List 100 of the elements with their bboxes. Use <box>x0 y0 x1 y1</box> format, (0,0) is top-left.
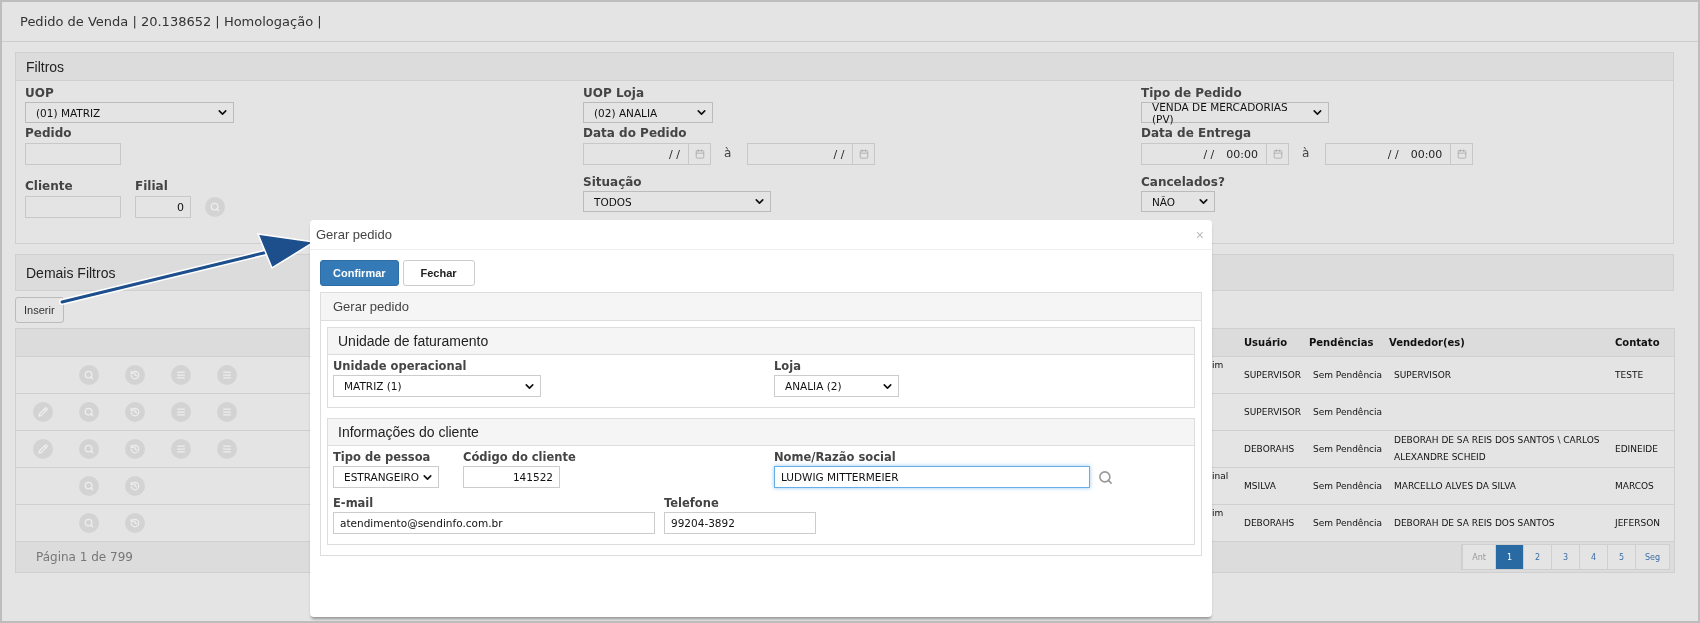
page-button[interactable]: Seg <box>1634 545 1669 569</box>
table-cell-text: Sem Pendência <box>1311 479 1384 493</box>
history-icon <box>130 407 140 417</box>
table-cell-text: MARCELLO ALVES DA SILVA <box>1393 479 1517 493</box>
table-cell-text: DEBORAHS <box>1243 442 1296 456</box>
table-cell-text: im <box>1212 507 1225 520</box>
search-button[interactable] <box>79 439 99 459</box>
search-icon <box>84 444 94 454</box>
field-label: Código do cliente <box>463 450 577 464</box>
pencil-icon <box>38 444 48 454</box>
input-field[interactable]: LUDWIG MITTERMEIER <box>774 466 1090 488</box>
section-header: Informações do cliente <box>328 419 1194 446</box>
page-title: Pedido de Venda | 20.138652 | Homologação | <box>20 14 322 29</box>
history-icon <box>130 481 140 491</box>
input-field[interactable]: atendimento@sendinfo.com.br <box>333 512 655 534</box>
field-label: Tipo de pessoa <box>333 450 432 464</box>
search-icon <box>84 370 94 380</box>
history-button[interactable] <box>125 513 145 533</box>
search-button[interactable] <box>205 197 225 217</box>
search-icon <box>84 407 94 417</box>
dialog-title: Gerar pedido <box>316 227 392 242</box>
select-field[interactable]: NÃO <box>1141 191 1215 212</box>
page-button[interactable]: 1 <box>1494 545 1523 569</box>
select-field[interactable]: (01) MATRIZ <box>25 102 234 123</box>
input-field[interactable]: 141522 <box>463 466 560 488</box>
field-label: E-mail <box>333 496 375 510</box>
search-icon <box>84 518 94 528</box>
search-icon <box>210 202 220 212</box>
history-icon <box>130 518 140 528</box>
select-field[interactable]: VENDA DE MERCADORIAS (PV) <box>1141 102 1329 123</box>
search-button[interactable] <box>79 365 99 385</box>
page-button[interactable]: 2 <box>1522 545 1551 569</box>
page-button[interactable]: 3 <box>1550 545 1579 569</box>
date-field[interactable]: / / 00:00 <box>1141 143 1289 165</box>
table-cell-text: DEBORAHS <box>1243 516 1296 530</box>
range-separator: à <box>724 145 732 160</box>
page-info: Página 1 de 799 <box>36 550 133 564</box>
pencil-button[interactable] <box>33 402 53 422</box>
input-field[interactable] <box>25 143 121 165</box>
date-field[interactable]: / / <box>583 143 711 165</box>
column-header: Pendências <box>1309 337 1375 348</box>
field-label: Unidade operacional <box>333 359 468 373</box>
panel-header: Gerar pedido <box>321 293 1201 321</box>
date-field[interactable]: / / 00:00 <box>1325 143 1474 165</box>
date-field[interactable]: / / <box>747 143 876 165</box>
search-button[interactable] <box>79 476 99 496</box>
pencil-icon <box>38 407 48 417</box>
field-label: UOP Loja <box>583 86 646 100</box>
calendar-icon <box>1272 149 1283 159</box>
select-field[interactable]: ANALIA (2) <box>774 375 899 397</box>
search-icon <box>84 481 94 491</box>
history-button[interactable] <box>125 365 145 385</box>
select-field[interactable]: TODOS <box>583 191 771 212</box>
close-dialog-button[interactable]: Fechar <box>402 260 475 286</box>
field-label: Cliente <box>25 179 74 193</box>
pencil-button[interactable] <box>33 439 53 459</box>
table-cell-text: DEBORAH DE SA REIS DOS SANTOS <box>1393 516 1556 530</box>
calendar-icon <box>858 149 869 159</box>
page-button[interactable]: 4 <box>1578 545 1607 569</box>
calendar-icon <box>1456 149 1467 159</box>
input-field[interactable]: 0 <box>135 196 191 218</box>
insert-button[interactable]: Inserir <box>15 297 64 323</box>
table-cell-text: SUPERVISOR <box>1243 368 1303 382</box>
table-cell-text: JEFERSON <box>1613 516 1661 530</box>
table-cell-text: im <box>1212 359 1225 372</box>
select-field[interactable]: ESTRANGEIRO <box>333 466 439 488</box>
table-cell-text: MSILVA <box>1243 479 1277 493</box>
field-label: Data de Entrega <box>1141 126 1253 140</box>
page-button[interactable]: 5 <box>1606 545 1635 569</box>
range-separator: à <box>1302 145 1310 160</box>
column-header: Contato <box>1614 337 1661 348</box>
field-label: Nome/Razão social <box>774 450 897 464</box>
input-field[interactable]: 99204-3892 <box>664 512 816 534</box>
column-header: Usuário <box>1243 337 1289 348</box>
field-label: UOP <box>25 86 55 100</box>
input-field[interactable] <box>25 196 121 218</box>
table-cell-text: inal <box>1212 470 1230 483</box>
history-button[interactable] <box>125 476 145 496</box>
field-label: Cancelados? <box>1141 175 1226 189</box>
table-cell-text: SUPERVISOR <box>1243 405 1303 419</box>
history-button[interactable] <box>125 439 145 459</box>
table-cell-text: Sem Pendência <box>1311 516 1384 530</box>
table-cell-text: EDINEIDE <box>1614 442 1659 456</box>
table-cell-text: DEBORAH DE SA REIS DOS SANTOS \ CARLOS ALEXANDRE SCHEID <box>1393 434 1601 464</box>
table-cell-text: SUPERVISOR <box>1393 368 1453 382</box>
table-cell-text: Sem Pendência <box>1311 405 1384 419</box>
select-field[interactable]: MATRIZ (1) <box>333 375 541 397</box>
search-button[interactable] <box>79 402 99 422</box>
table-cell-text: MARCOS <box>1614 479 1655 493</box>
table-cell-text: Sem Pendência <box>1311 442 1384 456</box>
field-label: Data do Pedido <box>583 126 688 140</box>
search-button[interactable] <box>79 513 99 533</box>
column-header: Vendedor(es) <box>1388 337 1466 348</box>
select-field[interactable]: (02) ANALIA <box>583 102 713 123</box>
history-icon <box>130 444 140 454</box>
confirm-button[interactable]: Confirmar <box>320 260 399 286</box>
search-icon[interactable] <box>1098 469 1113 485</box>
field-label: Situação <box>583 175 643 189</box>
calendar-icon <box>694 149 705 159</box>
history-button[interactable] <box>125 402 145 422</box>
